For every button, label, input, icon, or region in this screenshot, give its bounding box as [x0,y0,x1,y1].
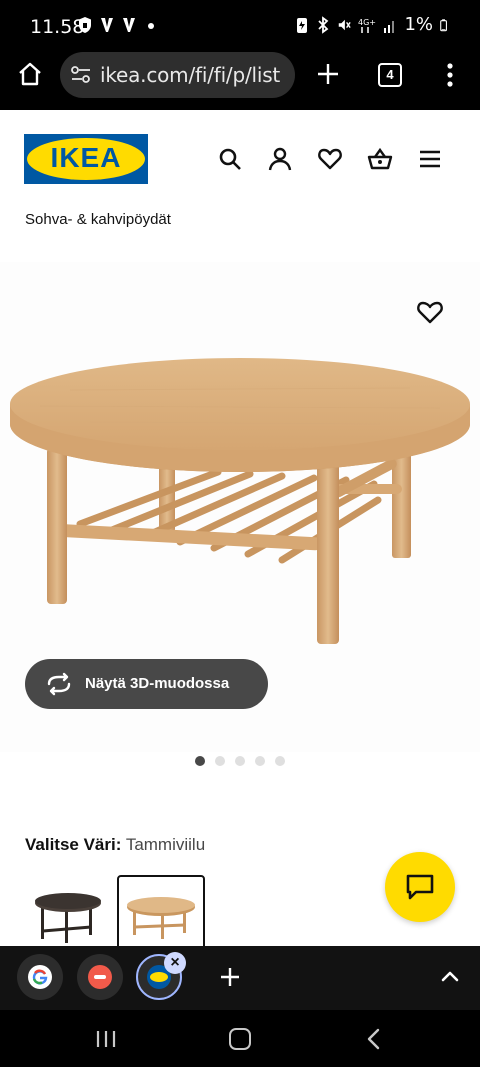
tab-switcher-button[interactable]: 4 [378,63,402,87]
color-swatch-oak[interactable] [117,875,205,955]
browser-toolbar: ikea.com/fi/fi/p/list 4 [0,52,480,110]
more-options-icon[interactable] [440,61,460,89]
battery-icon [440,18,447,31]
search-icon[interactable] [217,146,243,172]
back-icon[interactable] [366,1028,382,1050]
hamburger-menu-icon[interactable] [417,146,443,172]
signal-icon [384,20,395,33]
tori-icon [94,975,106,979]
chat-icon [406,874,434,900]
address-bar[interactable]: ikea.com/fi/fi/p/list [60,52,295,98]
carousel-dot[interactable] [195,756,205,766]
view-3d-label: Näytä 3D-muodossa [85,675,230,692]
ikea-logo[interactable]: IKEA [24,134,148,184]
svg-text:4G+: 4G+ [358,18,376,27]
tab-strip: × [0,946,480,1010]
user-icon[interactable] [267,146,293,172]
dot-icon [148,23,154,29]
close-tab-icon[interactable]: × [164,952,186,974]
color-value: Tammiviilu [125,835,206,854]
chevron-up-icon[interactable] [440,966,460,986]
color-label: Valitse Väri: [25,835,122,854]
system-navigation-bar [0,1010,480,1067]
v-icon [123,18,135,32]
basket-icon[interactable] [367,146,393,172]
color-selector-label: Valitse Väri: Tammiviilu [25,835,205,855]
color-swatch-dark-brown[interactable] [25,875,113,955]
breadcrumb[interactable]: Sohva- & kahvipöydät [25,211,171,228]
new-tab-icon[interactable] [314,60,342,88]
heart-icon[interactable] [317,146,343,172]
battery-percent: 1% [404,14,433,35]
recent-apps-icon[interactable] [95,1030,117,1048]
url-text[interactable]: ikea.com/fi/fi/p/list [100,63,280,87]
site-settings-icon[interactable] [70,64,92,86]
status-bar: 11.58 4G+ 1% [0,0,480,52]
home-nav-icon[interactable] [229,1028,251,1050]
carousel-dot[interactable] [235,756,245,766]
carousel-dot[interactable] [275,756,285,766]
mute-icon [339,19,352,30]
view-3d-button[interactable]: Näytä 3D-muodossa [25,659,268,709]
carousel-dot[interactable] [215,756,225,766]
rotate-3d-icon [47,672,71,696]
bluetooth-icon [318,15,329,34]
carousel-dot[interactable] [255,756,265,766]
google-icon [32,969,48,985]
home-icon[interactable] [16,60,44,88]
4g-icon: 4G+ [358,18,376,33]
add-tab-icon[interactable] [218,965,242,989]
chat-button[interactable] [385,852,455,922]
tab-google[interactable] [17,954,63,1000]
add-to-favorites-icon[interactable] [416,298,444,326]
battery-saver-icon [297,17,308,33]
image-carousel-dots [195,756,285,766]
status-time: 11.58 [30,16,85,38]
tab-tori[interactable] [77,954,123,1000]
v-icon [101,18,113,32]
shield-icon [79,17,91,33]
